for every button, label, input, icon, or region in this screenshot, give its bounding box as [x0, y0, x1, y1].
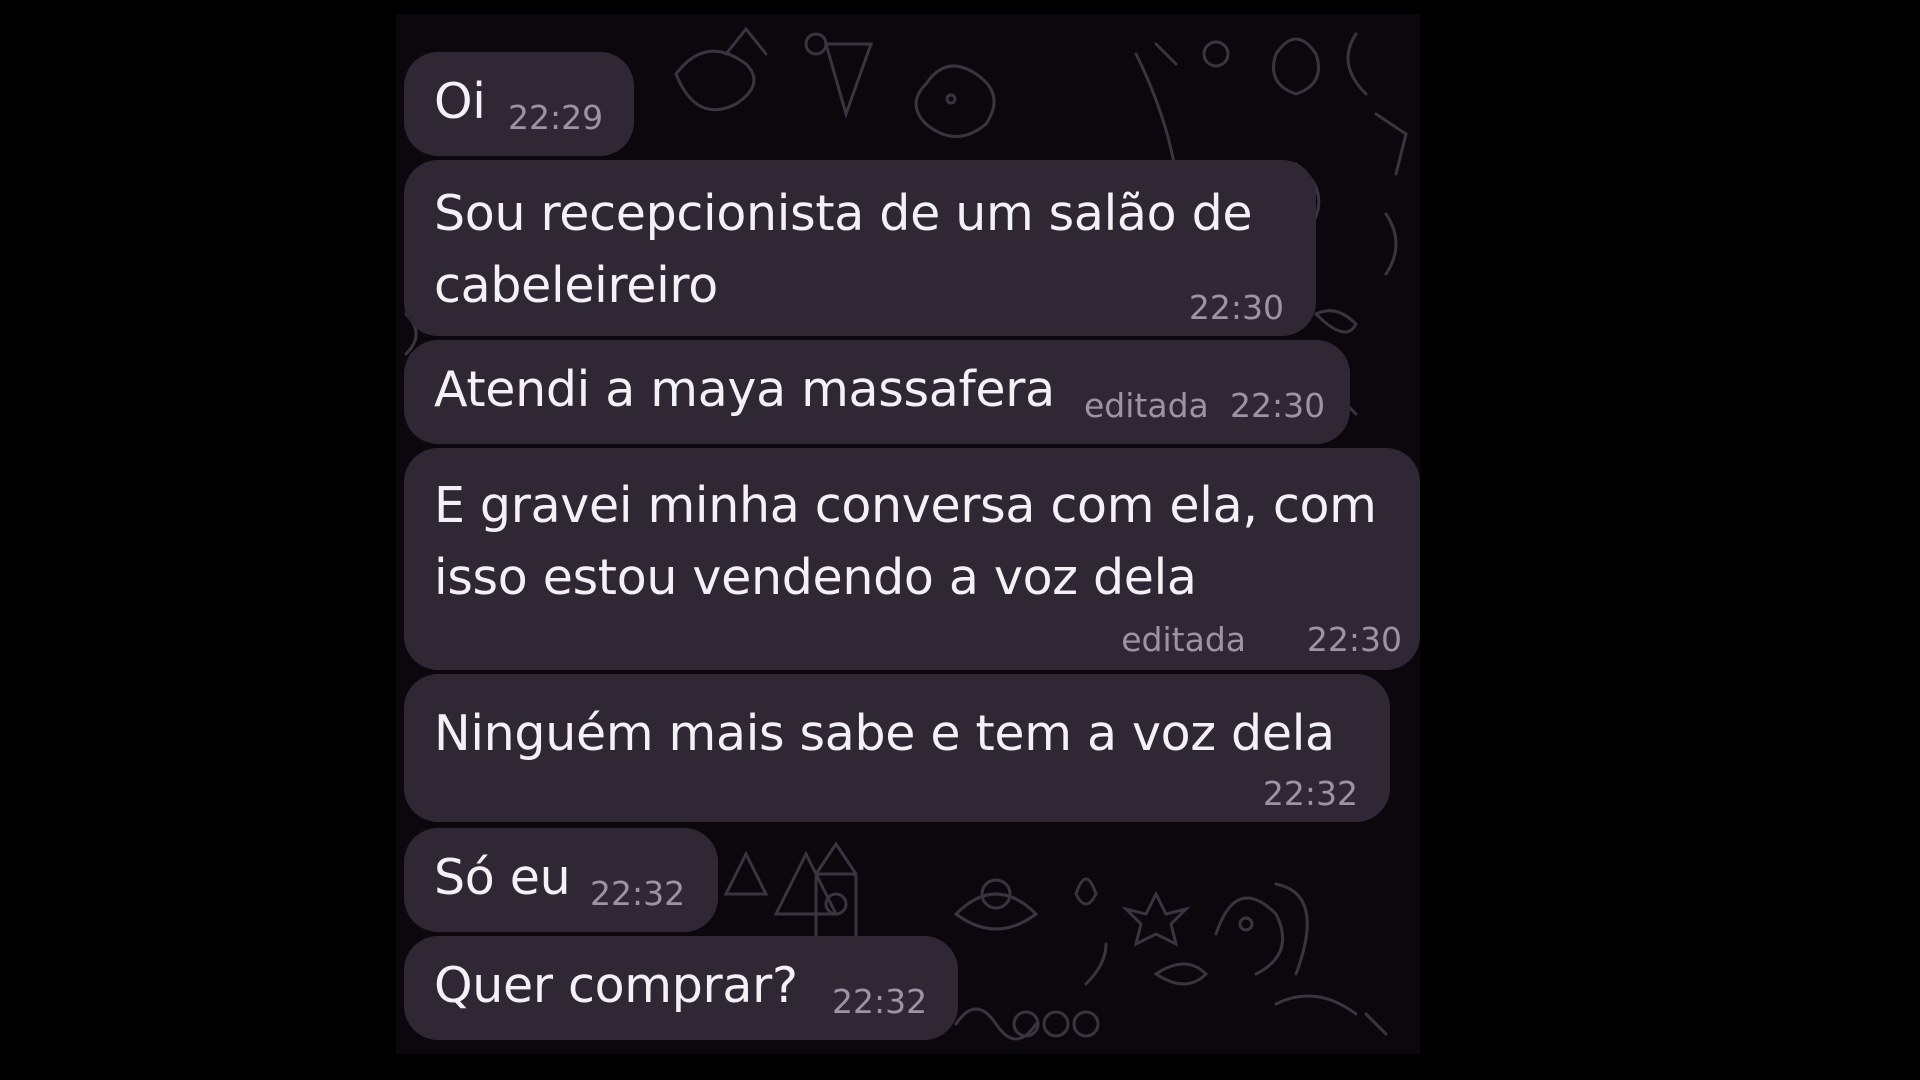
message-time: 22:30: [1306, 620, 1402, 659]
message-text: Atendi a maya massafera: [434, 361, 1055, 418]
message-bubble[interactable]: Oi 22:29: [404, 52, 634, 156]
message-time: 22:30: [1230, 386, 1326, 425]
message-list: Oi 22:29 Sou recepcionista de um salão d…: [396, 14, 1420, 1054]
message-bubble[interactable]: E gravei minha conversa com ela, com iss…: [404, 448, 1420, 670]
message-text: cabeleireiro: [434, 257, 718, 314]
message-bubble[interactable]: Só eu 22:32: [404, 828, 718, 932]
message-bubble[interactable]: Ninguém mais sabe e tem a voz dela 22:32: [404, 674, 1390, 822]
message-bubble[interactable]: Atendi a maya massafera editada 22:30: [404, 340, 1350, 444]
message-text: Sou recepcionista de um salão de: [434, 185, 1253, 242]
message-text: Oi: [434, 73, 486, 130]
message-text: Ninguém mais sabe e tem a voz dela: [434, 705, 1335, 762]
message-time: 22:32: [590, 874, 686, 913]
message-text: Quer comprar?: [434, 957, 798, 1014]
message-bubble[interactable]: Quer comprar? 22:32: [404, 936, 958, 1040]
message-edited-label: editada: [1121, 620, 1246, 659]
message-bubble[interactable]: Sou recepcionista de um salão de cabelei…: [404, 160, 1316, 336]
message-time: 22:30: [1188, 288, 1284, 327]
message-text: E gravei minha conversa com ela, com: [434, 477, 1377, 534]
chat-panel[interactable]: Oi 22:29 Sou recepcionista de um salão d…: [396, 14, 1420, 1054]
message-text: Só eu: [434, 849, 571, 906]
message-time: 22:32: [832, 982, 928, 1021]
message-edited-label: editada: [1084, 386, 1209, 425]
message-time: 22:29: [508, 98, 604, 137]
message-text: isso estou vendendo a voz dela: [434, 549, 1197, 606]
message-time: 22:32: [1262, 774, 1358, 813]
